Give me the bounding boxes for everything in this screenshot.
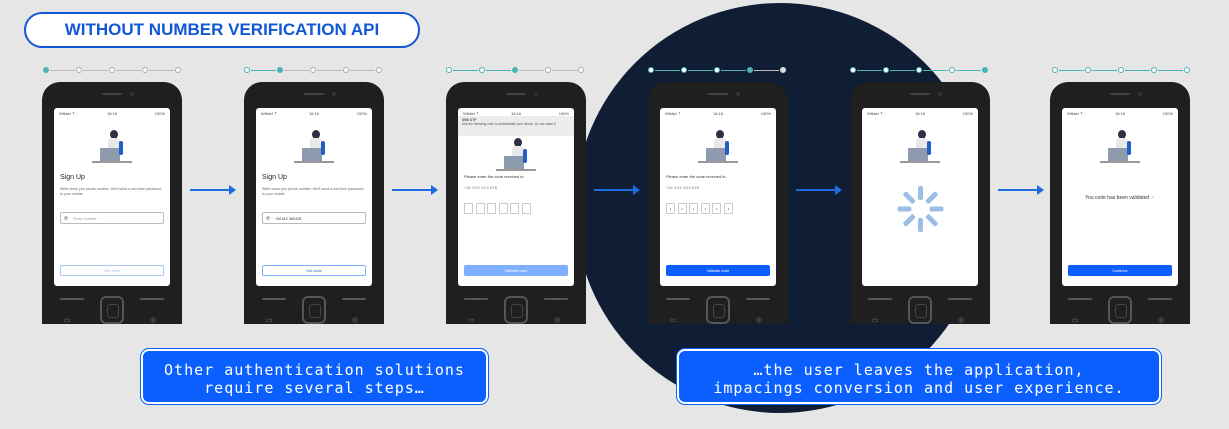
speaker xyxy=(506,93,526,95)
phone-number-field[interactable]: ✆ Phone Number xyxy=(60,212,164,224)
phone-4: Wikitel ⇡ 16:16 100% Please enter the co… xyxy=(648,82,788,324)
validation-message: You code has been validated ✓ xyxy=(1085,195,1155,201)
callout-left: Other authentication solutions require s… xyxy=(141,349,488,404)
phone-5: Wikitel ⇡ 16:16 100% ▭ ◎ xyxy=(850,82,990,324)
phone-2: Wikitel ⇡ 16:16 100% Sign Up Write down … xyxy=(244,82,384,324)
user-illustration xyxy=(1100,126,1140,164)
screen-title: Sign Up xyxy=(60,174,85,181)
user-illustration xyxy=(698,126,738,164)
status-bar: Wikitel ⇡ 16:16 100% xyxy=(665,111,771,116)
phone-screen: Wikitel ⇡ 16:16 100% You code has been v… xyxy=(1062,108,1178,286)
keypad-menu-icon: ▭ xyxy=(872,317,879,324)
camera xyxy=(534,92,538,96)
phone-screen: Wikitel ⇡ 16:16 100% xyxy=(862,108,978,286)
speaker xyxy=(102,93,122,95)
progress-stepper-6 xyxy=(1052,67,1192,75)
keypad-back-icon: ◎ xyxy=(554,317,561,324)
status-bar: Wikitel ⇡ 16:16 100% xyxy=(867,111,973,116)
phone-number-field[interactable]: ✆ +34 612 345 678 xyxy=(262,212,366,224)
phone-screen: Wikitel ⇡ 16:16 100% SMS OTP Use the fol… xyxy=(458,108,574,286)
keypad: ▭ ◎ xyxy=(850,292,990,324)
keypad-menu-icon: ▭ xyxy=(266,317,273,324)
code-prompt: Please enter the code received in: xyxy=(464,174,525,179)
user-illustration xyxy=(900,126,940,164)
speaker xyxy=(910,93,930,95)
screen-description: Write down you phone number. We'll send … xyxy=(60,187,162,196)
keypad-menu-icon: ▭ xyxy=(64,317,71,324)
user-illustration xyxy=(294,126,334,164)
nav-key[interactable] xyxy=(504,296,528,324)
progress-stepper-5 xyxy=(850,67,990,75)
phone-screen: Wikitel ⇡ 16:16 100% Sign Up Write down … xyxy=(256,108,372,286)
masked-number: +34 XXX XXX 678 xyxy=(666,185,699,190)
keypad-back-icon: ◎ xyxy=(1158,317,1165,324)
get-code-button[interactable]: Get code xyxy=(60,265,164,276)
callout-right: …the user leaves the application, impaci… xyxy=(677,349,1161,404)
nav-key[interactable] xyxy=(100,296,124,324)
arrow-1 xyxy=(190,185,236,195)
validate-code-button[interactable]: Validate code xyxy=(464,265,568,276)
code-input[interactable] xyxy=(464,203,534,214)
camera xyxy=(736,92,740,96)
user-illustration xyxy=(92,126,132,164)
speaker xyxy=(1110,93,1130,95)
arrow-2 xyxy=(392,185,438,195)
nav-key[interactable] xyxy=(1108,296,1132,324)
phone-3: Wikitel ⇡ 16:16 100% SMS OTP Use the fol… xyxy=(446,82,586,324)
code-prompt: Please enter the code received in: xyxy=(666,174,727,179)
nav-key[interactable] xyxy=(302,296,326,324)
sms-notification[interactable]: SMS OTP Use the following code to authen… xyxy=(458,116,574,136)
progress-stepper-1 xyxy=(43,67,183,75)
page-title: WITHOUT NUMBER VERIFICATION API xyxy=(24,12,420,48)
keypad-menu-icon: ▭ xyxy=(468,317,475,324)
camera xyxy=(130,92,134,96)
status-bar: Wikitel ⇡ 16:16 100% xyxy=(59,111,165,116)
continue-button[interactable]: Continue xyxy=(1068,265,1172,276)
keypad-back-icon: ◎ xyxy=(958,317,965,324)
get-code-button[interactable]: Get code xyxy=(262,265,366,276)
keypad-back-icon: ◎ xyxy=(150,317,157,324)
camera xyxy=(938,92,942,96)
keypad: ▭ ◎ xyxy=(244,292,384,324)
phone-icon: ✆ xyxy=(266,216,271,222)
screen-description: Write down you phone number. We'll send … xyxy=(262,187,364,196)
phone-icon: ✆ xyxy=(64,216,69,222)
progress-stepper-2 xyxy=(244,67,384,75)
speaker xyxy=(708,93,728,95)
keypad: ▭ ◎ xyxy=(648,292,788,324)
loading-spinner-icon xyxy=(897,186,944,232)
nav-key[interactable] xyxy=(908,296,932,324)
nav-key[interactable] xyxy=(706,296,730,324)
phone-1: Wikitel ⇡ 16:16 100% Sign Up Write down … xyxy=(42,82,182,324)
keypad-back-icon: ◎ xyxy=(756,317,763,324)
keypad: ▭ ◎ xyxy=(446,292,586,324)
keypad-menu-icon: ▭ xyxy=(670,317,677,324)
camera xyxy=(332,92,336,96)
code-input[interactable]: • • • • • • xyxy=(666,203,736,214)
status-bar: Wikitel ⇡ 16:16 100% xyxy=(1067,111,1173,116)
speaker xyxy=(304,93,324,95)
arrow-4 xyxy=(796,185,842,195)
masked-number: +34 XXX XXX 678 xyxy=(464,185,497,190)
status-bar: Wikitel ⇡ 16:16 100% xyxy=(261,111,367,116)
screen-title: Sign Up xyxy=(262,174,287,181)
keypad: ▭ ◎ xyxy=(1050,292,1190,324)
arrow-5 xyxy=(998,185,1044,195)
phone-screen: Wikitel ⇡ 16:16 100% Please enter the co… xyxy=(660,108,776,286)
camera xyxy=(1138,92,1142,96)
user-illustration xyxy=(496,134,536,172)
progress-stepper-4 xyxy=(648,67,788,75)
phone-6: Wikitel ⇡ 16:16 100% You code has been v… xyxy=(1050,82,1190,324)
phone-screen: Wikitel ⇡ 16:16 100% Sign Up Write down … xyxy=(54,108,170,286)
check-icon: ✓ xyxy=(1150,195,1155,201)
keypad: ▭ ◎ xyxy=(42,292,182,324)
validate-code-button[interactable]: Validate code xyxy=(666,265,770,276)
arrow-3 xyxy=(594,185,640,195)
progress-stepper-3 xyxy=(446,67,586,75)
keypad-menu-icon: ▭ xyxy=(1072,317,1079,324)
keypad-back-icon: ◎ xyxy=(352,317,359,324)
